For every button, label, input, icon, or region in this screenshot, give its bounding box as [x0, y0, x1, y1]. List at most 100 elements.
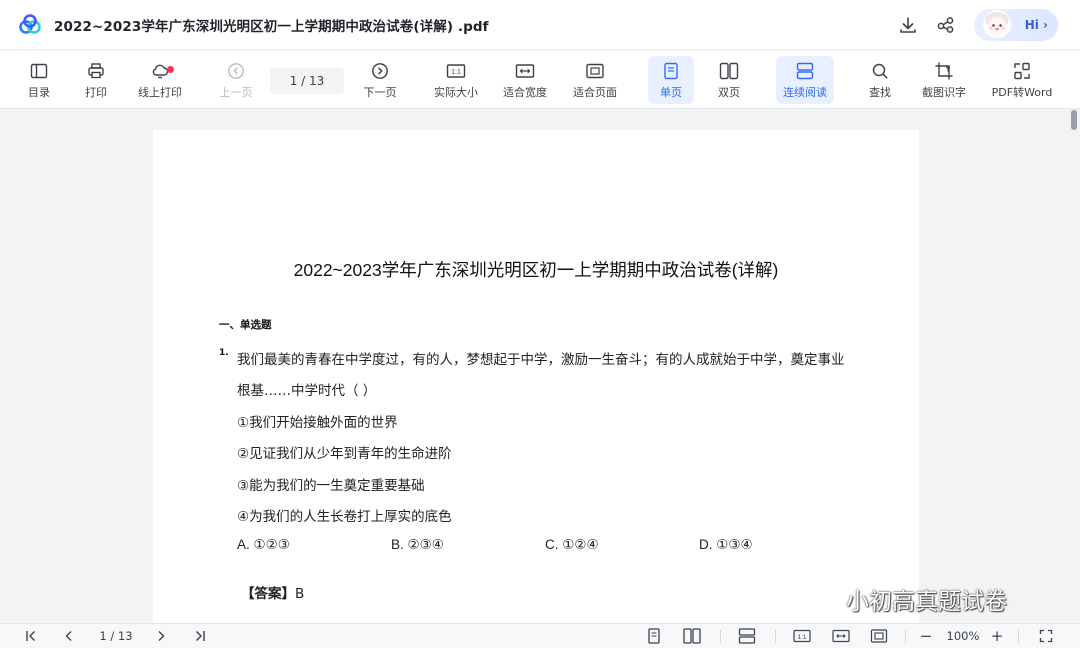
- notification-dot: [167, 65, 174, 73]
- bottom-continuous-button[interactable]: [737, 627, 757, 645]
- download-icon[interactable]: [898, 15, 918, 35]
- wechat-icon: [809, 587, 841, 610]
- toolbar-single-page-button[interactable]: 单页: [648, 56, 694, 104]
- zoom-in-button[interactable]: +: [988, 627, 1006, 645]
- toolbar-next-page-button[interactable]: 下一页: [360, 56, 400, 104]
- toolbar-previous-page-button[interactable]: 上一页: [216, 56, 256, 104]
- toolbar-online-print-button[interactable]: 线上打印: [133, 56, 187, 104]
- option-c: C. ①②④: [545, 537, 599, 552]
- wechat-watermark: 小初高真题试卷: [808, 582, 1007, 616]
- fullscreen-icon: [1039, 629, 1053, 643]
- document-viewport[interactable]: 2022~2023学年广东深圳光明区初一上学期期中政治试卷(详解) 一、单选题 …: [0, 110, 1080, 623]
- question-line: ④为我们的人生长卷打上厚实的底色: [237, 509, 452, 525]
- divider: [905, 630, 906, 643]
- toolbar-actual-size-label: 实际大小: [434, 85, 478, 99]
- toolbar-pdf-to-word-button[interactable]: PDF转Word: [988, 56, 1056, 104]
- single-page-icon: [648, 628, 660, 644]
- page-number-input[interactable]: 1 / 13: [270, 68, 344, 94]
- question-line: ③能为我们的一生奠定重要基础: [237, 478, 425, 494]
- fullscreen-button[interactable]: [1036, 627, 1056, 645]
- question-line: ①我们开始接触外面的世界: [237, 415, 398, 431]
- toolbar-double-page-label: 双页: [718, 85, 740, 99]
- share-icon[interactable]: [936, 15, 956, 35]
- assistant-label: Hi ›: [1024, 18, 1048, 32]
- bottom-previous-page-button[interactable]: [60, 627, 78, 645]
- option-a: A. ①②③: [237, 537, 290, 552]
- option-d: D. ①③④: [699, 537, 753, 552]
- bottom-page-indicator-text: 1 / 13: [99, 629, 133, 643]
- first-page-icon: [26, 631, 35, 641]
- toolbar-fit-page-button[interactable]: 适合页面: [569, 56, 621, 104]
- last-page-button[interactable]: [191, 627, 209, 645]
- cloud-print-icon: [150, 61, 174, 81]
- toolbar-previous-page-label: 上一页: [219, 85, 253, 99]
- paper-title: 2022~2023学年广东深圳光明区初一上学期期中政治试卷(详解): [293, 260, 779, 280]
- baidu-netdisk-logo-icon: [19, 13, 41, 34]
- toolbar-pdf-to-word-label: PDF转Word: [991, 85, 1053, 99]
- svg-text:1:1: 1:1: [797, 634, 806, 641]
- fit-width-icon: [832, 629, 850, 643]
- chevron-left-icon: [65, 631, 72, 641]
- toolbar-search-label: 查找: [869, 85, 891, 99]
- fit-width-icon: [515, 61, 535, 81]
- zoom-level-text: 100%: [946, 629, 980, 643]
- toolbar-search-button[interactable]: 查找: [862, 56, 898, 104]
- toolbar-next-page-label: 下一页: [363, 85, 397, 99]
- fit-page-icon: [870, 629, 888, 643]
- toolbar-online-print-label: 线上打印: [138, 85, 182, 99]
- bottom-next-page-button[interactable]: [152, 627, 170, 645]
- document-title: 2022~2023学年广东深圳光明区初一上学期期中政治试卷(详解) .pdf: [54, 18, 489, 35]
- toolbar-outline-button[interactable]: 目录: [22, 56, 56, 104]
- answer-value: B: [295, 586, 305, 602]
- question-line: ②见证我们从少年到青年的生命进阶: [237, 446, 452, 462]
- chevron-right-icon: [158, 631, 165, 641]
- toolbar-continuous-read-button[interactable]: 连续阅读: [776, 56, 834, 104]
- vertical-scrollbar[interactable]: [1071, 110, 1077, 130]
- screenshot-ocr-icon: [934, 61, 954, 81]
- option-b: B. ②③④: [391, 537, 444, 552]
- bottom-status-bar: 1 / 13 1:1 − 100% +: [0, 623, 1080, 648]
- bottom-page-indicator[interactable]: 1 / 13: [92, 627, 140, 645]
- continuous-read-icon: [795, 61, 815, 81]
- toolbar-fit-width-button[interactable]: 适合宽度: [500, 56, 550, 104]
- next-page-icon: [370, 61, 390, 81]
- toolbar-double-page-button[interactable]: 双页: [709, 56, 749, 104]
- section-heading: 一、单选题: [219, 319, 272, 331]
- sidebar-toggle-icon: [29, 61, 49, 81]
- continuous-read-icon: [738, 628, 756, 644]
- bottom-double-page-button[interactable]: [682, 627, 702, 645]
- zoom-out-button[interactable]: −: [917, 627, 935, 645]
- toolbar-outline-label: 目录: [28, 85, 50, 99]
- bottom-fit-page-button[interactable]: [869, 627, 889, 645]
- question-line: 根基……中学时代（ ）: [237, 383, 377, 399]
- svg-text:1:1: 1:1: [451, 69, 461, 76]
- assistant-avatar-icon: [983, 10, 1011, 38]
- reader-toolbar: 目录 打印 线上打印 上一页 1 / 13 下一页 1:1 实际大小 适合宽度 …: [0, 51, 1080, 109]
- toolbar-actual-size-button[interactable]: 1:1 实际大小: [431, 56, 481, 104]
- bottom-fit-width-button[interactable]: [831, 627, 851, 645]
- divider: [775, 630, 776, 643]
- double-page-icon: [683, 628, 701, 644]
- toolbar-single-page-label: 单页: [660, 85, 682, 99]
- assistant-button[interactable]: Hi ›: [974, 9, 1058, 41]
- toolbar-print-label: 打印: [85, 85, 107, 99]
- toolbar-screenshot-ocr-label: 截图识字: [922, 85, 966, 99]
- question-line: 我们最美的青春在中学度过，有的人，梦想起于中学，激励一生奋斗；有的人成就始于中学…: [237, 352, 845, 368]
- title-bar: 2022~2023学年广东深圳光明区初一上学期期中政治试卷(详解) .pdf H…: [0, 0, 1080, 50]
- bottom-single-page-button[interactable]: [645, 627, 663, 645]
- actual-size-icon: 1:1: [793, 629, 811, 643]
- bottom-actual-size-button[interactable]: 1:1: [792, 627, 812, 645]
- divider: [1018, 630, 1019, 643]
- first-page-button[interactable]: [22, 627, 40, 645]
- answer-line: 【答案】B: [241, 582, 304, 602]
- toolbar-fit-width-label: 适合宽度: [503, 85, 547, 99]
- fit-page-icon: [585, 61, 605, 81]
- zoom-level[interactable]: 100%: [943, 627, 983, 645]
- previous-page-icon: [226, 61, 246, 81]
- answer-label: 【答案】: [241, 586, 295, 602]
- toolbar-print-button[interactable]: 打印: [79, 56, 113, 104]
- question-number: 1.: [219, 348, 229, 358]
- toolbar-screenshot-ocr-button[interactable]: 截图识字: [918, 56, 970, 104]
- divider: [720, 630, 721, 643]
- search-icon: [870, 61, 890, 81]
